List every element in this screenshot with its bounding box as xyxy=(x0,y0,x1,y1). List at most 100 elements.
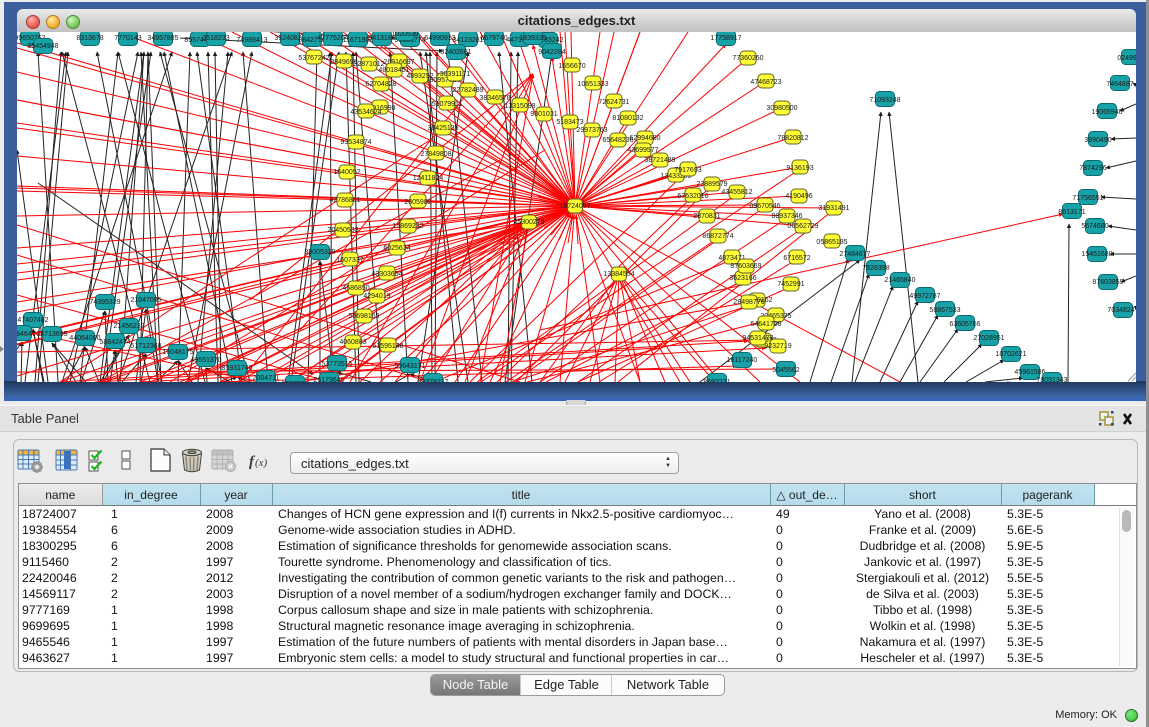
svg-text:77360260: 77360260 xyxy=(732,55,763,62)
svg-text:12411824: 12411824 xyxy=(413,175,444,182)
svg-text:21465840: 21465840 xyxy=(884,277,915,284)
svg-text:63605766: 63605766 xyxy=(949,321,980,328)
svg-text:74395339: 74395339 xyxy=(89,299,120,306)
svg-text:4586850: 4586850 xyxy=(342,285,369,292)
svg-text:1607337: 1607337 xyxy=(336,257,363,264)
svg-text:7874296: 7874296 xyxy=(1079,165,1106,172)
svg-text:7594647: 7594647 xyxy=(17,331,36,338)
svg-text:53767242: 53767242 xyxy=(298,55,329,62)
svg-text:39005329: 39005329 xyxy=(304,249,335,256)
svg-text:62704828: 62704828 xyxy=(365,81,396,88)
svg-text:58842474: 58842474 xyxy=(99,339,130,346)
svg-text:55698169: 55698169 xyxy=(348,313,379,320)
svg-text:43534624: 43534624 xyxy=(350,109,381,116)
svg-text:10651333: 10651333 xyxy=(577,81,608,88)
svg-text:36713695: 36713695 xyxy=(36,331,67,338)
svg-text:74989413: 74989413 xyxy=(236,37,267,44)
svg-text:17758917: 17758917 xyxy=(710,35,741,42)
svg-text:34957885: 34957885 xyxy=(147,35,178,42)
svg-text:8313678: 8313678 xyxy=(76,35,103,42)
svg-text:21047095: 21047095 xyxy=(130,297,161,304)
svg-text:78820812: 78820812 xyxy=(777,135,808,142)
svg-text:4060883: 4060883 xyxy=(339,339,366,346)
svg-text:3623166: 3623166 xyxy=(729,275,756,282)
svg-text:86872774: 86872774 xyxy=(702,233,733,240)
svg-text:18702621: 18702621 xyxy=(995,351,1026,358)
svg-text:1656670: 1656670 xyxy=(558,63,585,70)
svg-text:42786801: 42786801 xyxy=(329,197,360,204)
svg-text:58867533: 58867533 xyxy=(929,307,960,314)
svg-text:19065940: 19065940 xyxy=(1091,109,1122,116)
svg-text:(x): (x) xyxy=(255,457,268,469)
svg-text:6025634: 6025634 xyxy=(383,245,410,252)
svg-text:38425135: 38425135 xyxy=(427,125,458,132)
svg-text:34123281: 34123281 xyxy=(452,37,483,44)
svg-text:2004711: 2004711 xyxy=(253,375,280,382)
svg-text:27028951: 27028951 xyxy=(973,335,1004,342)
svg-text:16117240: 16117240 xyxy=(727,357,758,364)
svg-text:43303654: 43303654 xyxy=(371,271,402,278)
svg-text:87603859: 87603859 xyxy=(1092,279,1123,286)
svg-text:2870831: 2870831 xyxy=(693,213,720,220)
svg-text:4294019: 4294019 xyxy=(363,293,390,300)
svg-text:53773515: 53773515 xyxy=(321,361,352,368)
svg-text:9301031: 9301031 xyxy=(530,111,557,118)
svg-text:7770143: 7770143 xyxy=(114,35,141,42)
svg-text:47407482: 47407482 xyxy=(17,317,48,324)
svg-text:25300275: 25300275 xyxy=(513,219,544,226)
svg-text:47468723: 47468723 xyxy=(750,79,781,86)
svg-text:45961586: 45961586 xyxy=(1014,369,1045,376)
svg-text:67632016: 67632016 xyxy=(677,193,708,200)
svg-text:48018451: 48018451 xyxy=(378,67,409,74)
svg-text:18724007: 18724007 xyxy=(559,203,590,210)
svg-text:64641708: 64641708 xyxy=(750,321,781,328)
svg-text:44064090: 44064090 xyxy=(69,335,100,342)
svg-text:13384554: 13384554 xyxy=(603,271,634,278)
svg-text:7826398: 7826398 xyxy=(862,265,889,272)
svg-text:2805982: 2805982 xyxy=(404,199,431,206)
svg-text:72624731: 72624731 xyxy=(598,99,629,106)
svg-text:64990913: 64990913 xyxy=(424,35,455,42)
svg-text:09670546: 09670546 xyxy=(749,203,780,210)
svg-text:0249947: 0249947 xyxy=(1117,55,1136,62)
svg-text:4190496: 4190496 xyxy=(785,193,812,200)
svg-text:13315098: 13315098 xyxy=(504,103,535,110)
svg-text:28498776: 28498776 xyxy=(733,299,764,306)
svg-text:51712368: 51712368 xyxy=(130,343,161,350)
svg-text:9232719: 9232719 xyxy=(764,343,791,350)
svg-text:94531473: 94531473 xyxy=(742,335,773,342)
svg-text:27889579: 27889579 xyxy=(696,181,727,188)
svg-text:5045562: 5045562 xyxy=(772,367,799,374)
svg-text:3518233: 3518233 xyxy=(202,35,229,42)
svg-text:71093248: 71093248 xyxy=(869,97,900,104)
svg-text:78091343: 78091343 xyxy=(1036,377,1067,382)
svg-text:43455812: 43455812 xyxy=(721,189,752,196)
svg-text:22782489: 22782489 xyxy=(452,87,483,94)
svg-text:61595148: 61595148 xyxy=(372,343,403,350)
svg-text:85931746: 85931746 xyxy=(221,365,252,372)
svg-text:16048175: 16048175 xyxy=(162,349,193,356)
svg-text:15451680: 15451680 xyxy=(1081,251,1112,258)
svg-text:49972787: 49972787 xyxy=(909,293,940,300)
svg-text:7917693: 7917693 xyxy=(674,167,701,174)
svg-text:29973763: 29973763 xyxy=(576,127,607,134)
svg-text:93534874: 93534874 xyxy=(340,139,371,146)
svg-text:21456232: 21456232 xyxy=(113,323,144,330)
svg-text:3990490: 3990490 xyxy=(1084,137,1111,144)
svg-text:30980500: 30980500 xyxy=(766,105,797,112)
svg-text:9042284: 9042284 xyxy=(538,49,565,56)
svg-text:62994680: 62994680 xyxy=(629,135,660,142)
svg-text:43699577: 43699577 xyxy=(627,147,658,154)
svg-text:8267586: 8267586 xyxy=(281,381,308,382)
svg-text:8692221: 8692221 xyxy=(703,379,730,382)
svg-text:05865185: 05865185 xyxy=(816,239,847,246)
svg-text:38721489: 38721489 xyxy=(644,157,675,164)
svg-text:50643171: 50643171 xyxy=(394,363,425,370)
svg-text:20450533: 20450533 xyxy=(327,227,358,234)
svg-text:5674680: 5674680 xyxy=(1081,223,1108,230)
svg-text:8613171: 8613171 xyxy=(1058,209,1085,216)
svg-text:27484677: 27484677 xyxy=(839,251,870,258)
svg-text:0679740: 0679740 xyxy=(480,35,507,42)
svg-text:15869232: 15869232 xyxy=(392,223,423,230)
svg-text:26179640: 26179640 xyxy=(313,377,344,382)
